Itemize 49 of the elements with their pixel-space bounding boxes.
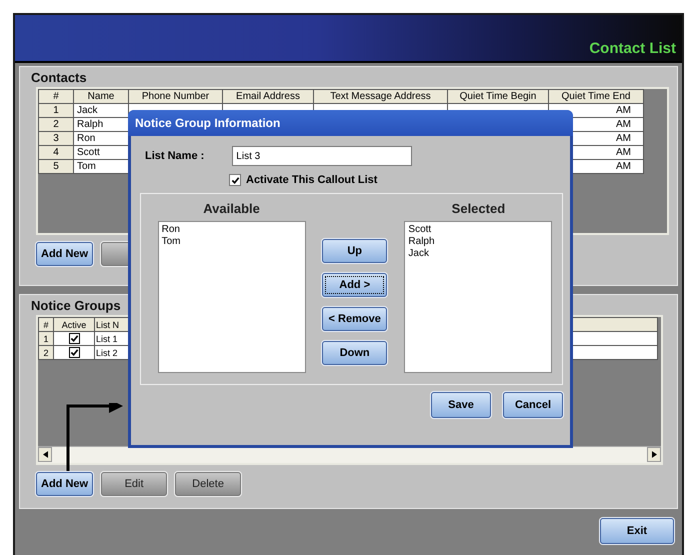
list-item[interactable]: Ralph bbox=[408, 236, 548, 248]
list-name-field[interactable]: List 3 bbox=[232, 146, 412, 166]
row-number: 5 bbox=[38, 160, 74, 174]
checkbox-label: Activate This Callout List bbox=[246, 174, 378, 186]
list-item[interactable]: Jack bbox=[408, 248, 548, 260]
row-number: 4 bbox=[38, 146, 74, 160]
checkbox[interactable] bbox=[68, 347, 80, 358]
checkbox[interactable] bbox=[68, 333, 80, 344]
column-header[interactable]: Quiet Time Begin bbox=[448, 90, 548, 104]
list-item[interactable]: Ron bbox=[162, 224, 302, 236]
column-header[interactable]: # bbox=[38, 90, 74, 104]
table-cell: Jack bbox=[74, 104, 128, 118]
button[interactable]: Up bbox=[322, 239, 388, 263]
row-number: 1 bbox=[38, 332, 54, 346]
button[interactable]: Add > bbox=[322, 273, 388, 297]
list-item[interactable]: Tom bbox=[162, 236, 302, 248]
column-header[interactable]: Email Address bbox=[222, 90, 314, 104]
exit-button[interactable]: Exit bbox=[600, 518, 674, 544]
column-header[interactable]: Phone Number bbox=[128, 90, 222, 104]
scroll-left-icon[interactable] bbox=[38, 447, 52, 462]
scroll-right-icon[interactable] bbox=[647, 447, 661, 462]
column-header[interactable]: Quiet Time End bbox=[548, 90, 644, 104]
app-title: Contact List bbox=[589, 40, 676, 57]
column-header[interactable]: Text Message Address bbox=[314, 90, 448, 104]
column-header[interactable]: Name bbox=[74, 90, 128, 104]
checkbox[interactable] bbox=[229, 174, 241, 186]
button[interactable]: < Remove bbox=[322, 307, 388, 331]
button[interactable]: Cancel bbox=[503, 392, 563, 418]
row-number: 3 bbox=[38, 132, 74, 146]
column-header[interactable]: Active bbox=[54, 318, 94, 332]
dialog-title: Notice Group Information bbox=[128, 110, 573, 136]
button[interactable]: Delete bbox=[175, 472, 242, 496]
list-item[interactable]: Scott bbox=[408, 224, 548, 236]
column-header[interactable]: # bbox=[38, 318, 54, 332]
field-label: List Name : bbox=[145, 150, 204, 162]
row-number: 1 bbox=[38, 104, 74, 118]
button[interactable]: Down bbox=[322, 341, 388, 365]
selected-list[interactable]: Scott Ralph Jack bbox=[404, 221, 552, 373]
list-title: Selected bbox=[452, 201, 506, 216]
row-number: 2 bbox=[38, 118, 74, 132]
arrow-drawing bbox=[65, 403, 125, 471]
add-new-button[interactable]: Add New bbox=[36, 242, 94, 266]
list-title: Available bbox=[203, 201, 260, 216]
available-list[interactable]: Ron Tom bbox=[158, 221, 306, 373]
button[interactable]: Edit bbox=[101, 472, 168, 496]
button[interactable]: Add New bbox=[36, 472, 94, 496]
horizontal-scrollbar[interactable] bbox=[38, 446, 661, 463]
button[interactable]: Save bbox=[431, 392, 491, 418]
row-number: 2 bbox=[38, 346, 54, 360]
